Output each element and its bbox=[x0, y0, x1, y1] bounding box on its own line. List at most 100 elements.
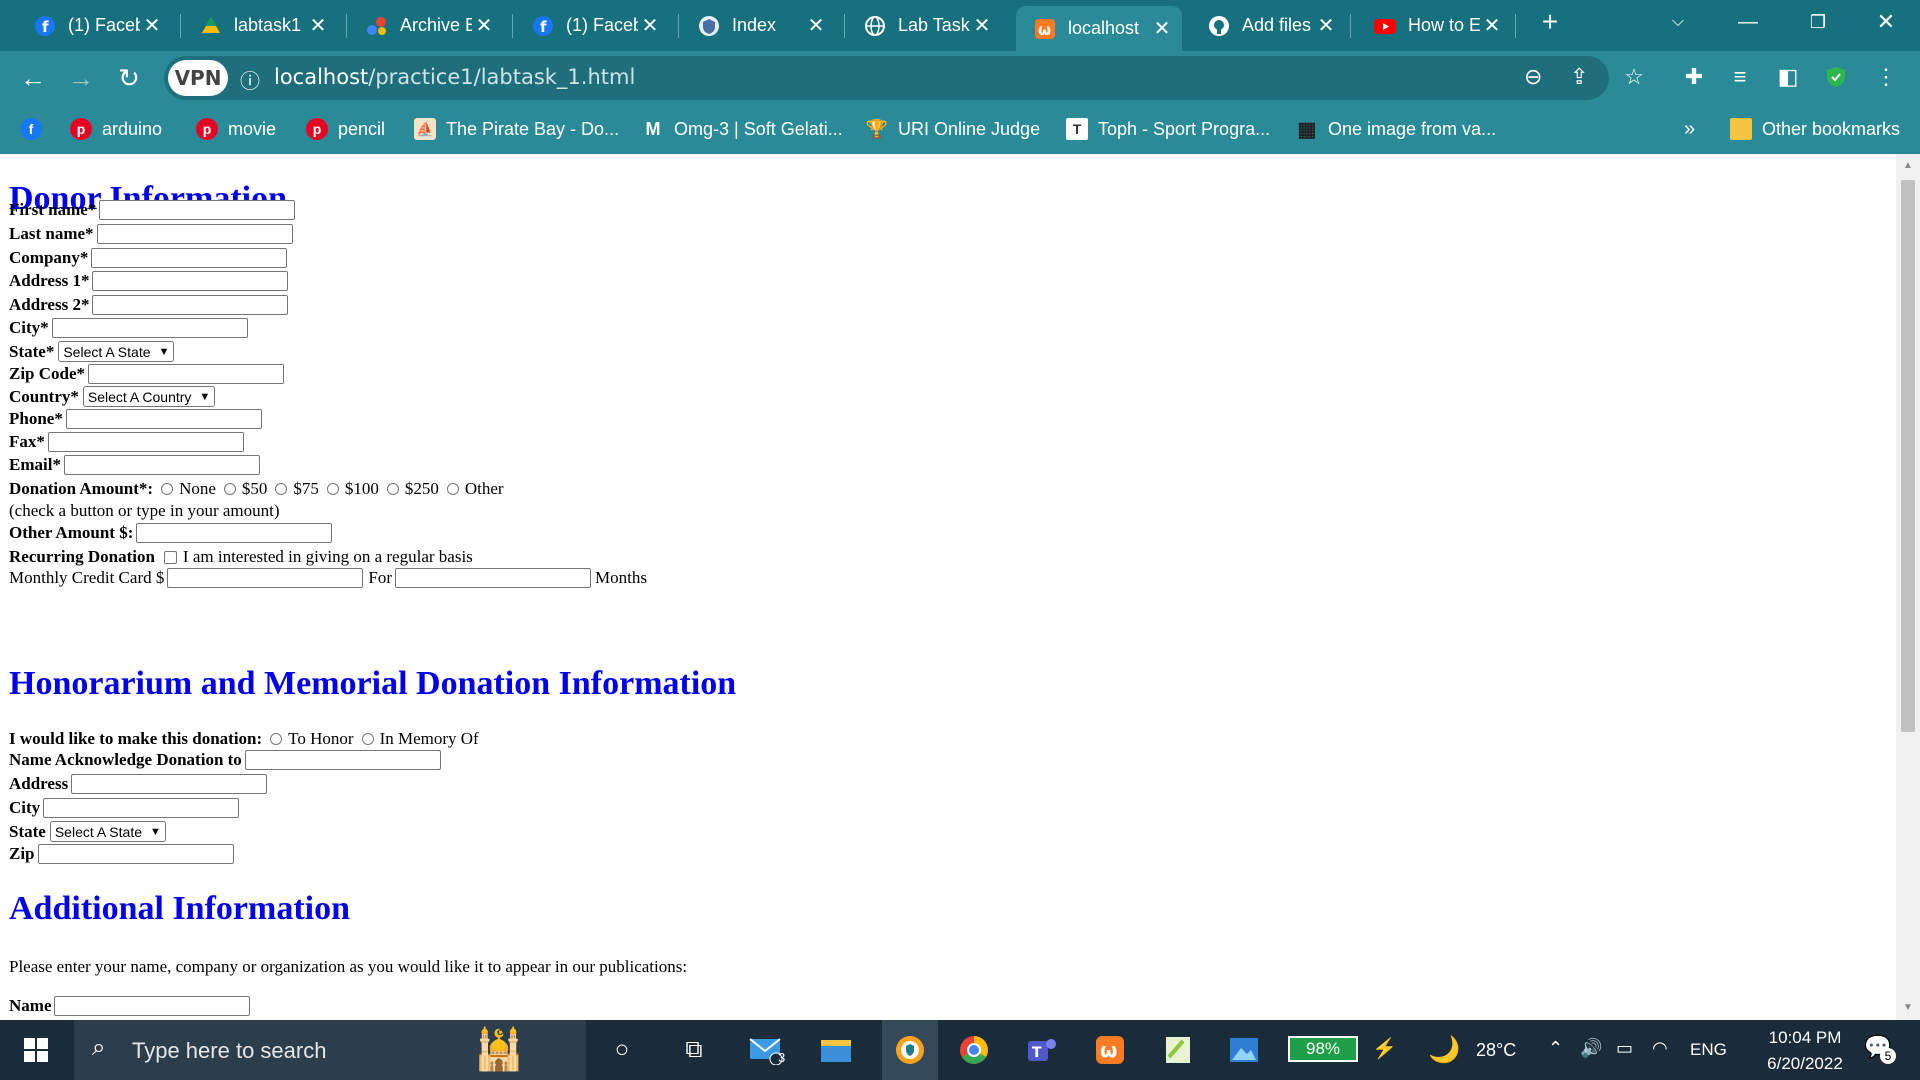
scroll-down-icon[interactable]: ▼ bbox=[1896, 1002, 1920, 1013]
close-icon[interactable]: ✕ bbox=[804, 13, 828, 38]
chevron-up-icon[interactable]: ⌃ bbox=[1548, 1038, 1563, 1059]
bookmark-pencil[interactable]: p pencil bbox=[306, 114, 385, 144]
zip-input[interactable] bbox=[88, 364, 285, 384]
notepad-plus-icon[interactable] bbox=[1156, 1030, 1200, 1070]
url-text[interactable]: localhost/practice1/labtask_1.html bbox=[274, 65, 635, 89]
notification-icon[interactable]: 💬 5 bbox=[1864, 1034, 1896, 1064]
bookmark-one-image[interactable]: ▦ One image from va... bbox=[1296, 114, 1497, 144]
first-name-input[interactable] bbox=[99, 200, 296, 220]
scroll-up-icon[interactable]: ▲ bbox=[1896, 160, 1920, 171]
name-ack-input[interactable] bbox=[244, 750, 441, 770]
city-input[interactable] bbox=[51, 318, 248, 338]
country-select[interactable]: Select A Country ▼ bbox=[82, 386, 216, 407]
wifi-icon[interactable]: ◠ bbox=[1652, 1038, 1668, 1059]
tab-facebook-2[interactable]: f (1) Faceb ✕ bbox=[508, 6, 670, 45]
tab-archive[interactable]: Archive E ✕ bbox=[342, 6, 504, 45]
amount-radio-75[interactable] bbox=[275, 483, 288, 495]
weather-moon-icon[interactable]: 🌙 bbox=[1428, 1034, 1460, 1065]
reading-list-icon[interactable]: ≡ bbox=[1722, 59, 1758, 95]
other-amount-input[interactable] bbox=[136, 523, 333, 543]
close-window-button[interactable]: ✕ bbox=[1858, 0, 1914, 44]
bookmark-movie[interactable]: p movie bbox=[196, 114, 276, 144]
monthly-cc-input[interactable] bbox=[167, 568, 364, 588]
minimize-button[interactable]: — bbox=[1720, 0, 1776, 44]
company-input[interactable] bbox=[91, 248, 288, 268]
amount-radio-other[interactable] bbox=[446, 483, 459, 495]
address-bar[interactable]: VPN ⓘ localhost/practice1/labtask_1.html… bbox=[164, 56, 1609, 100]
extensions-icon[interactable]: ✚ bbox=[1676, 59, 1712, 95]
a-name-input[interactable] bbox=[54, 996, 251, 1016]
bookmark-star-icon[interactable]: ☆ bbox=[1616, 59, 1652, 95]
battery-meter[interactable]: 98% bbox=[1288, 1036, 1358, 1062]
close-icon[interactable]: ✕ bbox=[1314, 13, 1338, 38]
back-button[interactable]: ← bbox=[14, 59, 52, 97]
photos-icon[interactable] bbox=[1222, 1030, 1266, 1070]
phone-input[interactable] bbox=[65, 409, 262, 429]
share-icon[interactable]: ⇪ bbox=[1570, 64, 1588, 90]
new-tab-button[interactable]: + bbox=[1522, 0, 1578, 44]
restore-button[interactable]: ❐ bbox=[1790, 0, 1846, 44]
reload-button[interactable]: ↻ bbox=[110, 59, 148, 97]
address2-input[interactable] bbox=[92, 295, 289, 315]
bookmark-toph[interactable]: T Toph - Sport Progra... bbox=[1066, 114, 1270, 144]
menu-icon[interactable]: ⋮ bbox=[1868, 59, 1904, 95]
honor-radio[interactable] bbox=[270, 733, 283, 745]
info-icon[interactable]: ⓘ bbox=[240, 65, 260, 94]
tab-labtask1[interactable]: labtask1 ✕ bbox=[176, 6, 338, 45]
tab-github[interactable]: Add files ✕ bbox=[1184, 6, 1346, 45]
last-name-input[interactable] bbox=[96, 224, 293, 244]
h-zip-input[interactable] bbox=[37, 844, 234, 864]
mail-icon[interactable]: 3 bbox=[744, 1030, 788, 1070]
cortana-icon[interactable]: ○ bbox=[600, 1030, 644, 1070]
close-icon[interactable]: ✕ bbox=[1480, 13, 1504, 38]
recurring-checkbox[interactable] bbox=[163, 550, 177, 564]
forward-button[interactable]: → bbox=[62, 59, 100, 97]
address1-input[interactable] bbox=[92, 271, 289, 291]
bookmark-facebook[interactable]: f bbox=[20, 114, 52, 144]
close-icon[interactable]: ✕ bbox=[970, 13, 994, 38]
memory-radio[interactable] bbox=[361, 733, 374, 745]
email-input[interactable] bbox=[63, 455, 260, 475]
months-input[interactable] bbox=[394, 568, 591, 588]
amount-radio-100[interactable] bbox=[326, 483, 339, 495]
amount-radio-none[interactable] bbox=[161, 483, 174, 495]
tab-search-chevron-icon[interactable]: ⌵ bbox=[1650, 0, 1706, 44]
taskbar-search-box[interactable]: ⌕ Type here to search 🕌 bbox=[74, 1020, 586, 1080]
windows-start-icon[interactable] bbox=[14, 1030, 58, 1070]
bookmark-pirate-bay[interactable]: ⛵ The Pirate Bay - Do... bbox=[414, 114, 619, 144]
bookmark-omg3[interactable]: M Omg-3 | Soft Gelati... bbox=[642, 114, 843, 144]
close-icon[interactable]: ✕ bbox=[306, 13, 330, 38]
file-explorer-icon[interactable] bbox=[814, 1030, 858, 1070]
tab-localhost[interactable]: ω localhost ✕ bbox=[1016, 6, 1182, 51]
page-scrollbar[interactable]: ▲ ▼ bbox=[1896, 154, 1920, 1020]
state-select[interactable]: Select A State ▼ bbox=[58, 341, 175, 362]
language-indicator[interactable]: ENG bbox=[1690, 1040, 1727, 1060]
close-icon[interactable]: ✕ bbox=[140, 13, 164, 38]
h-city-input[interactable] bbox=[43, 798, 240, 818]
close-icon[interactable]: ✕ bbox=[1150, 16, 1174, 41]
task-view-icon[interactable]: ⧉ bbox=[672, 1030, 716, 1070]
h-address-input[interactable] bbox=[71, 774, 268, 794]
scroll-thumb[interactable] bbox=[1901, 180, 1915, 732]
xampp-icon[interactable]: ω bbox=[1088, 1030, 1132, 1070]
h-state-select[interactable]: Select A State ▼ bbox=[49, 821, 166, 842]
tab-facebook-1[interactable]: f (1) Faceb ✕ bbox=[10, 6, 172, 45]
bookmarks-overflow-button[interactable]: » bbox=[1684, 114, 1695, 144]
side-panel-icon[interactable]: ◧ bbox=[1770, 59, 1806, 95]
tab-index[interactable]: Index ✕ bbox=[674, 6, 836, 45]
teams-icon[interactable]: T bbox=[1020, 1030, 1064, 1070]
bookmark-arduino[interactable]: p arduino bbox=[70, 114, 162, 144]
zoom-icon[interactable]: ⊖ bbox=[1524, 64, 1542, 90]
fax-input[interactable] bbox=[47, 432, 244, 452]
close-icon[interactable]: ✕ bbox=[638, 13, 662, 38]
chrome-icon[interactable] bbox=[952, 1030, 996, 1070]
tab-lab-task[interactable]: Lab Task ✕ bbox=[840, 6, 1002, 45]
bookmark-uri-judge[interactable]: 🏆 URI Online Judge bbox=[866, 114, 1040, 144]
battery-tray-icon[interactable]: ▭ bbox=[1616, 1038, 1633, 1059]
vpn-badge[interactable]: VPN bbox=[168, 60, 228, 96]
vpn-browser-icon[interactable] bbox=[882, 1020, 938, 1080]
other-bookmarks[interactable]: Other bookmarks bbox=[1730, 114, 1900, 144]
amount-radio-250[interactable] bbox=[386, 483, 399, 495]
amount-radio-50[interactable] bbox=[223, 483, 236, 495]
close-icon[interactable]: ✕ bbox=[472, 13, 496, 38]
